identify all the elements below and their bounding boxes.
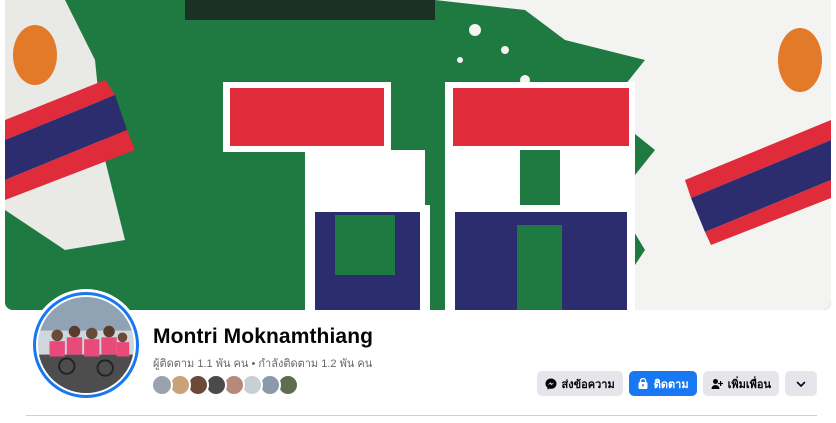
more-options-button[interactable] [785,371,817,396]
follow-button[interactable]: ติดตาม [628,371,697,396]
cover-jersey-image [5,0,831,310]
cover-photo[interactable] [5,0,831,310]
profile-divider [26,415,817,416]
add-friend-button-label: เพิ่มเพื่อน [727,378,771,391]
message-button-label: ส่งข้อความ [561,378,615,391]
add-friend-button[interactable]: เพิ่มเพื่อน [702,371,779,396]
message-button[interactable]: ส่งข้อความ [536,371,623,396]
profile-actions: ส่งข้อความ ติดตาม เพิ่มเพื่อน [536,371,817,396]
follow-button-label: ติดตาม [653,378,689,391]
chevron-down-icon [795,378,807,390]
follow-lock-icon [637,377,649,390]
profile-picture[interactable] [30,289,142,401]
add-friend-icon [711,378,723,390]
profile-name: Montri Moknamthiang [153,325,374,348]
mutual-friends-avatars[interactable] [151,374,299,396]
follower-stats[interactable]: ผู้ติดตาม 1.1 พัน คน • กำลังติดตาม 1.2 พ… [153,354,372,372]
friend-avatar[interactable] [151,374,173,396]
messenger-icon [545,378,557,390]
avatar-group-photo [38,297,134,393]
avatar [33,292,139,398]
